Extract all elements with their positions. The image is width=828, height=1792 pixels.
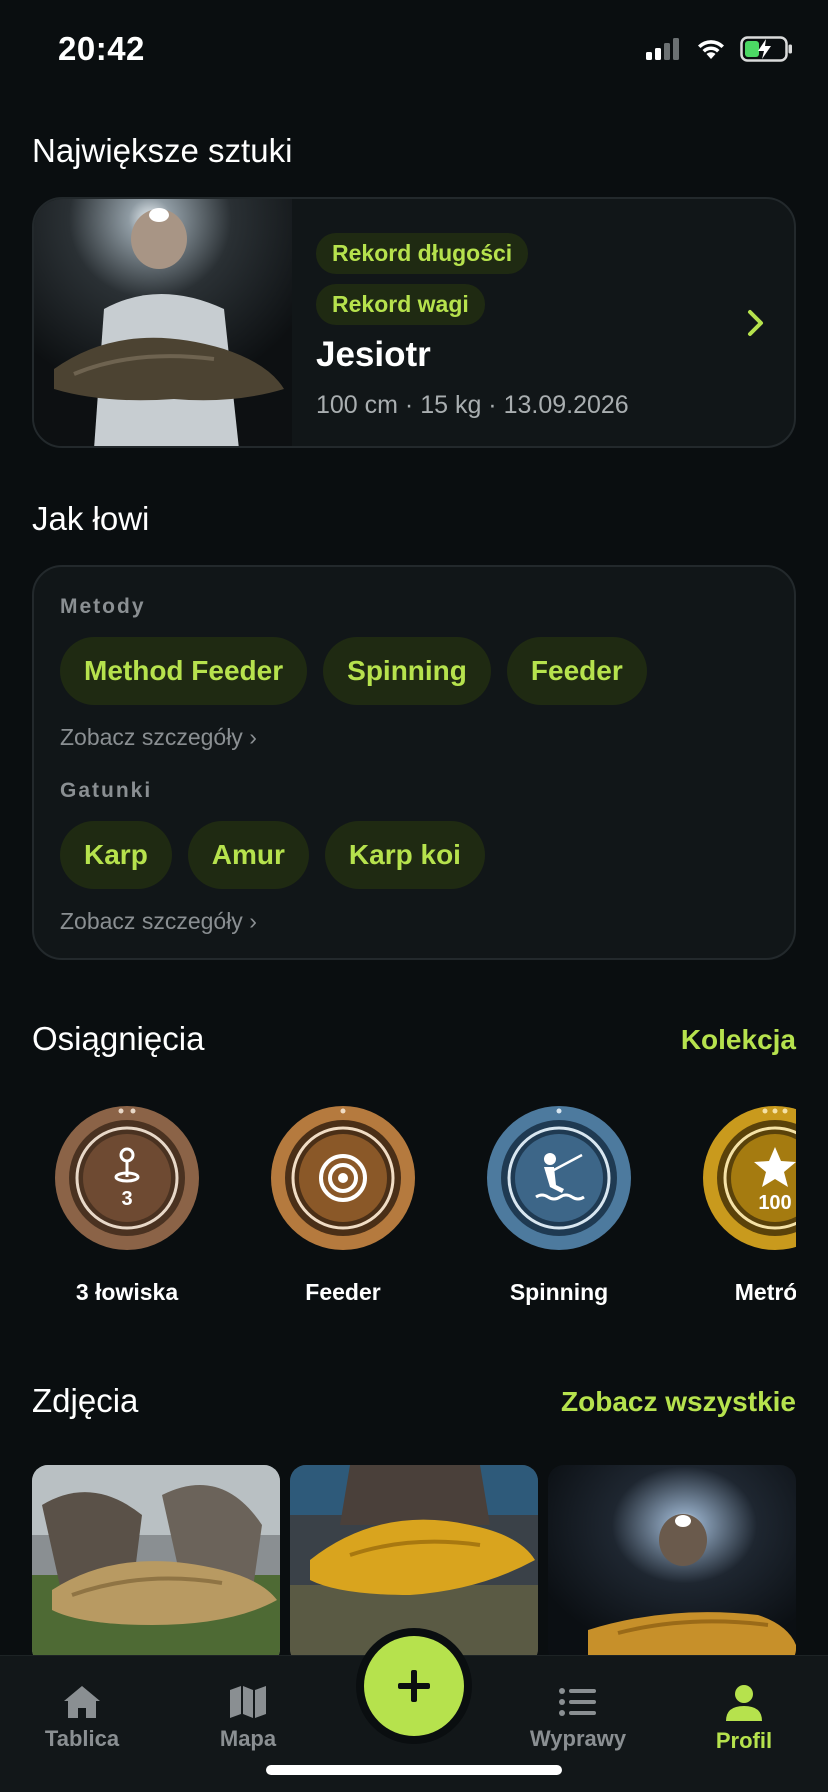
photos-row [32, 1465, 796, 1655]
method-chip[interactable]: Spinning [323, 637, 491, 705]
catch-photo[interactable] [34, 199, 292, 448]
signal-icon [646, 38, 679, 60]
home-icon [64, 1686, 100, 1718]
species-label: Gatunki [60, 779, 153, 802]
achievements-row: 3 3 łowiska Feeder Spinning 100 Metró [0, 1105, 796, 1325]
catch-meta: 100 cm · 15 kg · 13.09.2026 [316, 391, 629, 419]
list-icon [559, 1688, 596, 1716]
add-button[interactable] [364, 1636, 464, 1736]
badge-label: 3 łowiska [75, 1279, 179, 1305]
badge-label: Spinning [509, 1279, 609, 1305]
fishing-spot-icon: 3 [55, 1106, 199, 1250]
status-icons [646, 36, 794, 62]
battery-charging-icon [740, 36, 792, 62]
map-icon [230, 1686, 266, 1718]
species-row: Karp Amur Karp koi [60, 821, 485, 889]
section-title-photos: Zdjęcia [32, 1382, 139, 1419]
star-icon: 100 [703, 1106, 796, 1250]
photo-thumbnail[interactable] [290, 1465, 538, 1655]
photo-thumbnail[interactable] [32, 1465, 280, 1655]
biggest-catch-card[interactable]: Rekord długości Rekord wagi Jesiotr 100 … [32, 197, 796, 448]
profile-icon [726, 1685, 762, 1721]
achievement-badge[interactable]: Spinning [451, 1105, 667, 1306]
species-chip[interactable]: Karp [60, 821, 172, 889]
methods-row: Method Feeder Spinning Feeder [60, 637, 647, 705]
method-chip[interactable]: Method Feeder [60, 637, 308, 705]
angler-icon [487, 1106, 631, 1250]
nav-item-tablica[interactable]: Tablica [12, 1684, 152, 1752]
nav-label: Wyprawy [529, 1726, 627, 1751]
nav-label: Tablica [44, 1726, 120, 1751]
profile-screen: 20:42 Największe sztuki Rekord długości … [0, 0, 828, 1792]
achievement-badge[interactable]: 100 Metrów [667, 1105, 796, 1306]
methods-details-link[interactable]: Zobacz szczegóły › [60, 724, 257, 751]
see-all-photos-link[interactable]: Zobacz wszystkie [561, 1386, 796, 1418]
nav-label: Mapa [219, 1726, 277, 1751]
home-indicator [266, 1765, 562, 1775]
status-bar: 20:42 [0, 0, 828, 100]
badge-label: Feeder [305, 1279, 381, 1305]
collection-link[interactable]: Kolekcja [681, 1024, 796, 1056]
nav-item-wyprawy[interactable]: Wyprawy [508, 1684, 648, 1752]
nav-item-profil[interactable]: Profil [674, 1684, 814, 1754]
plus-icon [398, 1670, 430, 1702]
photo-thumbnail[interactable] [548, 1465, 796, 1655]
chevron-right-icon[interactable] [746, 309, 766, 337]
wifi-icon [698, 40, 724, 59]
methods-label: Metody [60, 595, 146, 618]
catch-info: Rekord długości Rekord wagi Jesiotr 100 … [316, 233, 629, 420]
nav-item-mapa[interactable]: Mapa [178, 1684, 318, 1752]
achievement-badge[interactable]: Feeder [235, 1105, 451, 1306]
fab-ring [356, 1628, 472, 1744]
how-fishes-card: Metody Method Feeder Spinning Feeder Zob… [32, 565, 796, 960]
section-title-biggest: Największe sztuki [32, 132, 293, 169]
badge-label: Metrów [734, 1279, 796, 1305]
record-weight-chip: Rekord wagi [316, 284, 485, 325]
nav-label: Profil [715, 1728, 773, 1753]
catch-species: Jesiotr [316, 335, 431, 374]
achievement-badge[interactable]: 3 3 łowiska [19, 1105, 235, 1306]
badge-number: 100 [758, 1192, 791, 1214]
section-title-achievements: Osiągnięcia [32, 1020, 205, 1057]
species-details-link[interactable]: Zobacz szczegóły › [60, 908, 257, 935]
target-icon [271, 1106, 415, 1250]
species-chip[interactable]: Amur [187, 821, 309, 889]
species-chip[interactable]: Karp koi [324, 821, 485, 889]
status-time: 20:42 [58, 30, 145, 67]
badge-number: 3 [121, 1188, 132, 1210]
section-title-how-fishes: Jak łowi [32, 500, 150, 537]
record-length-chip: Rekord długości [316, 233, 529, 274]
method-chip[interactable]: Feeder [506, 637, 647, 705]
